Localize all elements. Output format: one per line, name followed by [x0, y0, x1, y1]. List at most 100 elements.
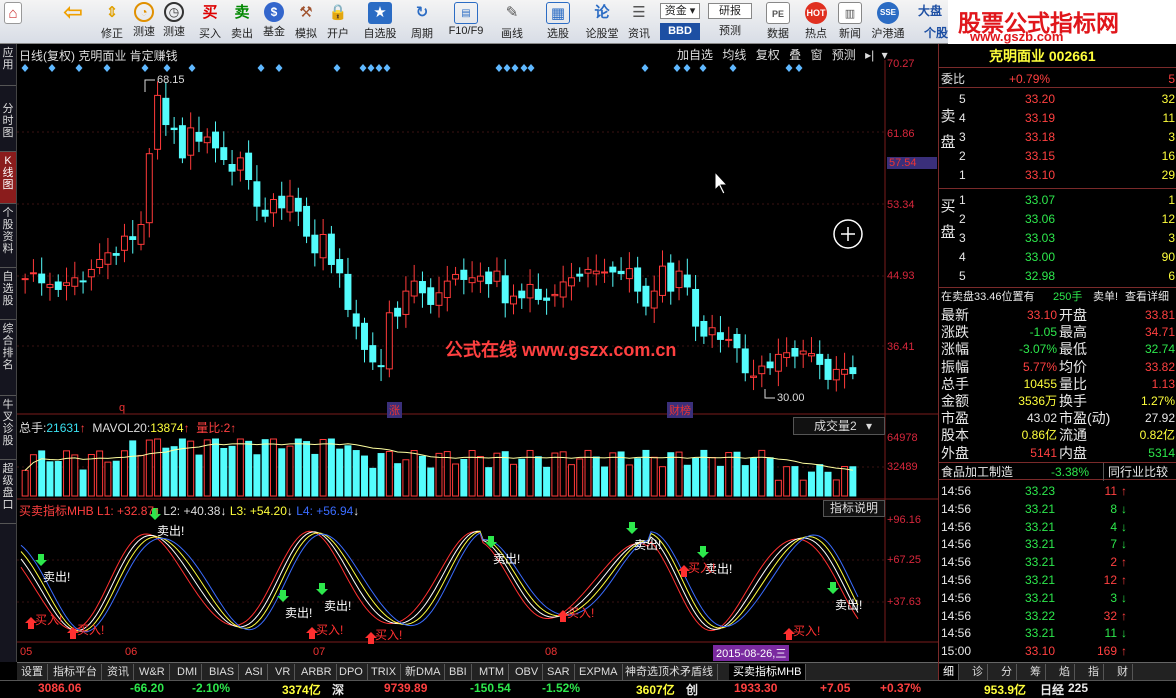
tab-indicator[interactable]: 指标平台: [49, 664, 102, 680]
news2-button[interactable]: ▥ 新闻: [834, 2, 866, 42]
fund-icon: $: [264, 2, 284, 22]
tab-indicator[interactable]: ARBR: [297, 664, 337, 680]
news-button[interactable]: ☰ 资讯: [624, 2, 654, 42]
news-label: 资讯: [628, 28, 650, 40]
candle-body: [63, 282, 71, 286]
revise-label: 修正: [101, 28, 123, 40]
sell-order-row[interactable]: 1 33.10 29: [939, 166, 1176, 184]
volume-selector[interactable]: 成交量2 ▾: [793, 417, 885, 435]
f10-button[interactable]: ▤ F10/F9: [446, 2, 486, 42]
quote-panel-tab[interactable]: 指: [1084, 664, 1104, 680]
tab-indicator[interactable]: OBV: [511, 664, 544, 680]
simulate-button[interactable]: ⚒ 模拟: [292, 2, 320, 42]
tab-indicator[interactable]: VR: [271, 664, 296, 680]
research-button[interactable]: 研报: [708, 3, 752, 19]
revise-button[interactable]: ⇕ 修正: [96, 2, 128, 42]
home-button[interactable]: ⌂: [2, 2, 24, 42]
tab-indicator[interactable]: TRIX: [367, 664, 402, 680]
candle-body: [617, 270, 625, 275]
order-level: 2: [959, 149, 966, 163]
candle-body: [592, 270, 600, 275]
diamond-signal-icon: [520, 64, 528, 72]
event-marker-q[interactable]: q: [119, 402, 125, 414]
indicator-help-button[interactable]: 指标说明: [823, 500, 885, 517]
tab-indicator[interactable]: W&R: [135, 664, 170, 680]
tab-indicator[interactable]: 新DMA: [401, 664, 446, 680]
volume-bar: [733, 451, 741, 497]
hk-connect-button[interactable]: SSE 沪港通: [868, 2, 908, 42]
volume-bar: [187, 440, 195, 497]
capital-dropdown[interactable]: 资金 ▾: [660, 3, 700, 19]
tab-indicator[interactable]: 买卖指标MHB: [729, 664, 807, 680]
kline-chart-area[interactable]: 日线(复权) 克明面业 肯定赚钱 加自选 均线 复权 叠 窗 预测 ▸| ▾ 7…: [17, 44, 938, 662]
order-price: 33.06: [1024, 212, 1055, 226]
quote-panel-tab[interactable]: 筹: [1026, 664, 1046, 680]
volume-bar: [162, 447, 170, 497]
forecast-button[interactable]: 预测: [708, 23, 752, 40]
nav-stock-info[interactable]: 个股资料: [0, 204, 16, 268]
tab-indicator[interactable]: EXPMA: [575, 664, 623, 680]
clock-button[interactable]: ◷ 测速: [160, 2, 188, 42]
order-price: 33.18: [1024, 130, 1055, 144]
order-price: 33.03: [1024, 231, 1055, 245]
candle-body: [476, 275, 484, 282]
quote-panel-tab[interactable]: 分: [997, 664, 1017, 680]
sell-label: 卖出: [231, 28, 253, 40]
nav-watchlist[interactable]: 自选股: [0, 268, 16, 320]
draw-line-button[interactable]: ✎ 画线: [494, 2, 530, 42]
forum-button[interactable]: 论 论股堂: [582, 2, 622, 42]
cy-percent: +0.37%: [880, 681, 922, 695]
quote-panel-tab[interactable]: 诊: [968, 664, 988, 680]
buy-order-row[interactable]: 4 33.00 90: [939, 248, 1176, 266]
sell-order-row[interactable]: 4 33.19 11: [939, 109, 1176, 127]
event-marker-caibang[interactable]: 财榜: [667, 402, 693, 418]
nav-intraday[interactable]: 分时图: [0, 100, 16, 152]
nav-diagnose[interactable]: 牛叉诊股: [0, 396, 16, 460]
buy-order-row[interactable]: 2 33.06 12: [939, 210, 1176, 228]
nav-super-book[interactable]: 超级盘口: [0, 460, 16, 524]
tab-indicator[interactable]: 神奇选顶术矛盾线: [621, 664, 718, 680]
market-label[interactable]: 大盘: [918, 2, 950, 20]
nav-apps[interactable]: 应用: [0, 44, 16, 86]
nav-ranking[interactable]: 综合排名: [0, 320, 16, 396]
quote-panel-tab[interactable]: 焰: [1055, 664, 1075, 680]
event-marker-zhang[interactable]: 涨: [387, 402, 402, 418]
bbd-button[interactable]: BBD: [660, 23, 700, 40]
tab-indicator[interactable]: BIAS: [205, 664, 240, 680]
order-alert-row[interactable]: 在卖盘33.46位置有 250手 卖单! 查看详细: [939, 287, 1176, 305]
nav-kline[interactable]: K线图: [0, 152, 16, 204]
fund-button[interactable]: $ 基金: [260, 2, 288, 42]
buy-order-row[interactable]: 3 33.03 3: [939, 229, 1176, 247]
quote-panel-tab[interactable]: 细: [939, 664, 959, 680]
tab-indicator[interactable]: DPO: [335, 664, 368, 680]
sell-order-row[interactable]: 3 33.18 3: [939, 128, 1176, 146]
quote-panel-tab[interactable]: 财: [1113, 664, 1133, 680]
tab-indicator[interactable]: 资讯: [103, 664, 134, 680]
tab-indicator[interactable]: SAR: [543, 664, 575, 680]
candle-body: [783, 352, 791, 359]
sell-button[interactable]: 卖 卖出: [228, 2, 256, 42]
data-button[interactable]: PE 数据: [760, 2, 796, 42]
order-detail-link[interactable]: 查看详细: [1125, 288, 1169, 306]
buy-order-row[interactable]: 1 33.07 1: [939, 191, 1176, 209]
tab-indicator[interactable]: DMI: [173, 664, 203, 680]
tab-indicator[interactable]: MTM: [475, 664, 510, 680]
speed-button[interactable]: ◔ 测速: [130, 2, 158, 42]
sell-order-row[interactable]: 2 33.15 16: [939, 147, 1176, 165]
hotspot-button[interactable]: HOT 热点: [800, 2, 832, 42]
tab-indicator[interactable]: ASI: [241, 664, 268, 680]
tab-indicator[interactable]: 设置: [17, 664, 48, 680]
sell-order-row[interactable]: 5 33.20 32: [939, 90, 1176, 108]
buy-button[interactable]: 买 买入: [196, 2, 224, 42]
buy-order-row[interactable]: 5 32.98 6: [939, 267, 1176, 285]
tick-time: 14:56: [941, 519, 972, 534]
industry-compare-button[interactable]: 同行业比较: [1103, 463, 1168, 481]
back-button[interactable]: ⇦: [58, 1, 88, 42]
period-button[interactable]: ↻ 周期: [404, 2, 440, 42]
watchlist-button[interactable]: ★ 自选股: [360, 2, 400, 42]
quote-row: 金额 3536万 换手 1.27%: [939, 392, 1176, 410]
volume-bar: [369, 467, 377, 497]
select-stock-button[interactable]: ▦ 选股: [538, 2, 578, 42]
open-account-button[interactable]: 🔒 开户: [324, 2, 352, 42]
tab-indicator[interactable]: BBI: [445, 664, 472, 680]
